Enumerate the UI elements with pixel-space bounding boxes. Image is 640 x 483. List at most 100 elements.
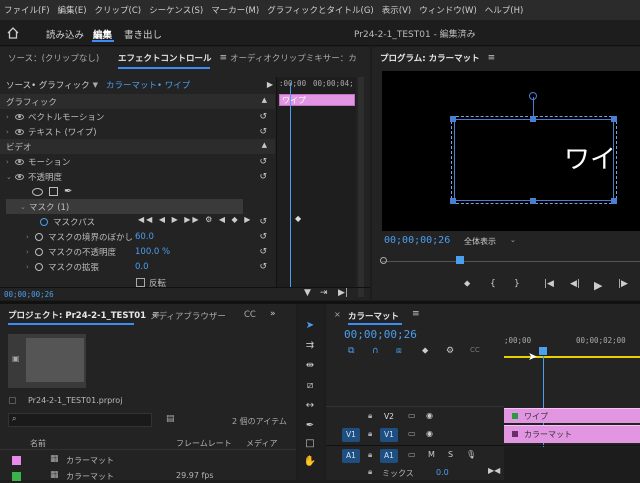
effect-timeline[interactable]: :00;00 00;00;04; ワイプ ◆ <box>276 77 356 287</box>
lock-icon[interactable]: 🔒︎ <box>368 411 372 421</box>
effect-motion[interactable]: › モーション ↺ <box>0 154 275 169</box>
list-item[interactable]: ▦ カラーマット <box>0 453 296 467</box>
stopwatch-icon[interactable] <box>35 247 43 256</box>
lock-icon[interactable]: 🔒︎ <box>368 429 372 439</box>
reset-icon[interactable]: ↺ <box>259 127 267 137</box>
mark-in-icon[interactable]: { <box>490 279 496 289</box>
tab-import[interactable]: 読み込み <box>46 27 84 41</box>
chevron-down-icon[interactable]: ⌄ <box>20 203 27 211</box>
label-color-swatch[interactable] <box>12 456 21 465</box>
track-backward-icon[interactable]: ◀◀ <box>138 215 154 224</box>
step-back-icon[interactable]: ◀| <box>570 279 580 289</box>
mask-feather-handle[interactable] <box>529 92 537 100</box>
mask-row[interactable]: ⌄ マスク (1) <box>6 199 243 214</box>
track-v2-target[interactable]: V2 <box>380 410 398 424</box>
clip-color-matte[interactable]: カラーマット <box>504 425 640 443</box>
lock-icon[interactable]: 🔒︎ <box>368 450 372 460</box>
chevron-right-icon[interactable]: › <box>26 233 33 241</box>
track-forward-icon[interactable]: ▶▶ <box>184 215 200 224</box>
pen-mask-icon[interactable]: ✒ <box>64 186 72 197</box>
menu-graphics[interactable]: グラフィックとタイトル(G) <box>267 4 374 16</box>
menu-sequence[interactable]: シーケンス(S) <box>149 4 203 16</box>
mark-out-icon[interactable]: } <box>514 279 520 289</box>
snap-icon[interactable]: ∩ <box>372 346 379 356</box>
program-timecode[interactable]: 00;00;00;26 <box>384 235 450 246</box>
wrench-icon[interactable]: ⚙ <box>205 215 214 224</box>
eye-icon[interactable]: ◉ <box>426 411 433 420</box>
panel-menu-icon[interactable]: ≡ <box>220 53 228 63</box>
tab-audio-mixer[interactable]: オーディオクリップミキサー：カ <box>230 47 357 69</box>
mask-handle[interactable] <box>530 198 536 204</box>
playhead-marker[interactable] <box>456 256 464 264</box>
chevron-down-icon[interactable]: ⌄ <box>6 173 13 181</box>
track-a1-target[interactable]: A1 <box>380 449 398 463</box>
stopwatch-icon[interactable] <box>40 217 48 226</box>
more-tabs-icon[interactable]: » <box>270 309 276 319</box>
keyframe-icon[interactable]: ◆ <box>295 214 301 223</box>
fx-toggle-icon[interactable] <box>15 173 24 180</box>
lock-icon[interactable]: 🔒︎ <box>368 467 372 477</box>
step-back-icon[interactable]: ◀ <box>159 215 167 224</box>
column-frame-rate[interactable]: フレームレート <box>176 438 232 449</box>
scrollbar[interactable] <box>358 77 364 297</box>
sync-lock-icon[interactable]: ▭ <box>408 429 416 438</box>
mask-opacity-value[interactable]: 100.0 % <box>135 247 170 257</box>
razor-tool-icon[interactable]: ⧄ <box>302 378 318 394</box>
reset-icon[interactable]: ↺ <box>259 217 267 227</box>
mix-value[interactable]: 0.0 <box>436 468 449 477</box>
audio-track-area[interactable] <box>504 447 640 480</box>
chevron-right-icon[interactable]: › <box>6 113 13 121</box>
mask-handle[interactable] <box>450 116 456 122</box>
chevron-right-icon[interactable]: › <box>6 158 13 166</box>
tab-edit[interactable]: 編集 <box>93 27 112 41</box>
goto-end-icon[interactable]: ▶◀ <box>488 466 500 475</box>
menu-file[interactable]: ファイル(F) <box>4 4 50 16</box>
program-scrubber[interactable] <box>380 256 640 267</box>
fx-toggle-icon[interactable] <box>15 113 24 120</box>
effect-vector-motion[interactable]: › ベクトルモーション ↺ <box>0 109 275 124</box>
add-marker-icon[interactable]: ⬥ <box>422 346 428 356</box>
mute-icon[interactable]: M <box>428 450 435 459</box>
tab-media-browser[interactable]: メディアブラウザー <box>150 310 226 322</box>
goto-in-icon[interactable]: |◀ <box>544 279 554 289</box>
timeline-title[interactable]: カラーマット <box>348 310 399 322</box>
stopwatch-icon[interactable] <box>35 262 43 271</box>
tab-source[interactable]: ソース：(クリップなし) <box>8 52 99 64</box>
menu-edit[interactable]: 編集(E) <box>58 4 87 16</box>
ec-playhead[interactable] <box>290 83 291 287</box>
ripple-edit-tool-icon[interactable]: ⇹ <box>302 358 318 374</box>
captions-icon[interactable]: CC <box>470 346 480 354</box>
dropdown-arrow-icon[interactable]: ⌄ <box>510 236 516 244</box>
fx-toggle-icon[interactable] <box>15 158 24 165</box>
step-forward-icon[interactable]: |▶ <box>618 279 628 289</box>
ellipse-mask-icon[interactable] <box>32 187 43 196</box>
mask-handle[interactable] <box>450 198 456 204</box>
inverted-checkbox[interactable] <box>136 278 145 287</box>
reset-icon[interactable]: ↺ <box>259 112 267 122</box>
play-only-icon[interactable]: ▶ <box>267 80 273 89</box>
list-item[interactable]: ▦ カラーマット 29.97 fps <box>0 469 296 483</box>
linked-selection-icon[interactable]: ⧈ <box>396 346 402 356</box>
chevron-right-icon[interactable]: › <box>26 263 33 271</box>
filter-icon[interactable]: ▼ <box>304 288 311 298</box>
fx-toggle-icon[interactable] <box>15 128 24 135</box>
track-select-tool-icon[interactable]: ⇉ <box>302 338 318 354</box>
rectangle-mask-icon[interactable] <box>49 187 58 196</box>
project-search[interactable]: ⌕ <box>8 413 152 427</box>
mask-handle[interactable] <box>611 116 617 122</box>
add-marker-icon[interactable]: ⬥ <box>464 279 470 289</box>
step-forward-icon[interactable]: ▶ <box>172 215 180 224</box>
nest-icon[interactable]: ⧉ <box>348 346 354 356</box>
menu-marker[interactable]: マーカー(M) <box>211 4 259 16</box>
settings-wrench-icon[interactable]: ⚙ <box>446 346 454 356</box>
mask-feather-handle[interactable] <box>533 97 534 117</box>
stopwatch-icon[interactable] <box>35 232 43 241</box>
clip-select[interactable]: カラーマット• ワイプ <box>106 79 190 91</box>
tab-cc[interactable]: CC <box>244 310 256 320</box>
sync-lock-icon[interactable]: ▭ <box>408 450 416 459</box>
reset-icon[interactable]: ↺ <box>259 172 267 182</box>
column-media[interactable]: メディア <box>246 438 277 449</box>
source-v1-patch[interactable]: V1 <box>342 428 360 442</box>
clip-wipe[interactable]: ワイプ <box>504 408 640 423</box>
source-select[interactable]: ソース• グラフィック <box>6 79 90 91</box>
